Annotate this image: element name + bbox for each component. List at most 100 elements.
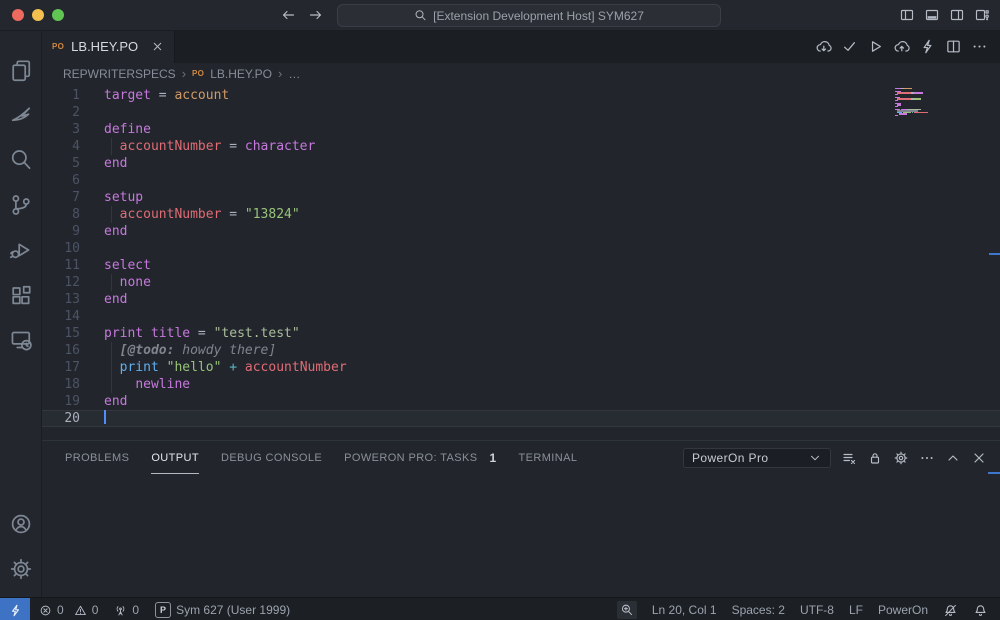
output-channel-select[interactable]: PowerOn Pro	[683, 448, 831, 468]
output-channel-value: PowerOn Pro	[692, 451, 768, 465]
code-line[interactable]: 20	[42, 410, 1000, 427]
toggle-secondary-sidebar-button[interactable]	[949, 7, 965, 23]
output-settings-button[interactable]	[893, 450, 909, 466]
line-number: 10	[42, 240, 80, 257]
run-button[interactable]	[867, 38, 884, 55]
lock-scroll-button[interactable]	[867, 450, 883, 466]
code-line[interactable]: 13end	[42, 291, 1000, 308]
indentation-indicator[interactable]: Spaces: 2	[732, 603, 785, 617]
breadcrumb-folder[interactable]: REPWRITERSPECS	[63, 67, 176, 81]
code-line[interactable]: 7setup	[42, 189, 1000, 206]
split-editor-button[interactable]	[945, 38, 962, 55]
breadcrumb-file[interactable]: LB.HEY.PO	[210, 67, 272, 81]
sidebar-item-remote-explorer[interactable]	[0, 317, 42, 362]
line-number: 1	[42, 87, 80, 104]
poweron-host-indicator[interactable]: P Sym 627 (User 1999)	[155, 602, 290, 618]
sidebar-item-run-debug[interactable]	[0, 227, 42, 272]
tab-debug-console[interactable]: DEBUG CONSOLE	[221, 441, 322, 474]
indent-guide	[111, 206, 112, 223]
minimize-window-button[interactable]	[32, 9, 44, 21]
close-panel-button[interactable]	[971, 450, 987, 466]
check-button[interactable]	[841, 38, 858, 55]
problems-indicator[interactable]: 0 0	[39, 603, 98, 617]
tab-problems[interactable]: PROBLEMS	[65, 441, 129, 474]
forward-button[interactable]	[308, 7, 324, 23]
cloud-upload-button[interactable]	[893, 38, 910, 55]
account-button[interactable]	[0, 501, 42, 546]
command-center[interactable]: [Extension Development Host] SYM627	[337, 4, 721, 27]
tab-terminal[interactable]: TERMINAL	[519, 441, 578, 474]
back-button[interactable]	[280, 7, 296, 23]
code-line[interactable]: 16 [@todo: howdy there]	[42, 342, 1000, 359]
code-line[interactable]: 17 print "hello" + accountNumber	[42, 359, 1000, 376]
eol-indicator[interactable]: LF	[849, 603, 863, 617]
remote-indicator[interactable]	[0, 598, 30, 620]
customize-layout-button[interactable]	[974, 7, 990, 23]
sidebar-item-poweron[interactable]	[0, 92, 42, 137]
code-line[interactable]: 19end	[42, 393, 1000, 410]
breadcrumb: REPWRITERSPECS › PO LB.HEY.PO › …	[42, 63, 1000, 85]
code-line[interactable]: 4 accountNumber = character	[42, 138, 1000, 155]
maximize-window-button[interactable]	[52, 9, 64, 21]
cloud-download-button[interactable]	[815, 38, 832, 55]
code-line[interactable]: 2	[42, 104, 1000, 121]
editor[interactable]: 1target = account23define4 accountNumber…	[42, 85, 1000, 440]
line-number: 4	[42, 138, 80, 155]
manage-button[interactable]	[0, 546, 42, 591]
clear-output-button[interactable]	[841, 450, 857, 466]
code-line[interactable]: 15print title = "test.test"	[42, 325, 1000, 342]
zoom-indicator[interactable]	[617, 601, 637, 619]
code-line[interactable]: 11select	[42, 257, 1000, 274]
sidebar-item-search[interactable]	[0, 137, 42, 182]
cursor-position[interactable]: Ln 20, Col 1	[652, 603, 717, 617]
bolt-button[interactable]	[919, 38, 936, 55]
line-number: 6	[42, 172, 80, 189]
notifications-button[interactable]	[973, 603, 988, 618]
maximize-panel-button[interactable]	[945, 450, 961, 466]
tab-lb-hey-po[interactable]: PO LB.HEY.PO	[42, 31, 175, 63]
output-content[interactable]	[42, 474, 1000, 596]
remote-icon	[8, 603, 23, 618]
breadcrumb-symbol[interactable]: …	[288, 67, 300, 81]
close-tab-button[interactable]	[151, 40, 164, 53]
minimap[interactable]	[895, 88, 975, 118]
panel-more-button[interactable]	[919, 450, 935, 466]
line-number: 14	[42, 308, 80, 325]
code-line[interactable]: 18 newline	[42, 376, 1000, 393]
close-window-button[interactable]	[12, 9, 24, 21]
poweron-file-icon: PO	[52, 42, 64, 51]
tab-poweron-pro-tasks[interactable]: POWERON PRO: TASKS	[344, 441, 477, 474]
tab-output[interactable]: OUTPUT	[151, 441, 199, 474]
line-number: 12	[42, 274, 80, 291]
host-label: Sym 627 (User 1999)	[176, 603, 290, 617]
code-line[interactable]: 12 none	[42, 274, 1000, 291]
code-line[interactable]: 8 accountNumber = "13824"	[42, 206, 1000, 223]
encoding-indicator[interactable]: UTF-8	[800, 603, 834, 617]
code-line[interactable]: 5end	[42, 155, 1000, 172]
debug-icon	[9, 238, 33, 262]
language-mode[interactable]: PowerOn	[878, 603, 928, 617]
window-title: [Extension Development Host] SYM627	[433, 9, 644, 23]
code-area: 1target = account23define4 accountNumber…	[42, 87, 1000, 427]
ports-count: 0	[132, 603, 139, 617]
code-line[interactable]: 14	[42, 308, 1000, 325]
code-line[interactable]: 6	[42, 172, 1000, 189]
code-line[interactable]: 3define	[42, 121, 1000, 138]
sidebar-item-source-control[interactable]	[0, 182, 42, 227]
line-number: 19	[42, 393, 80, 410]
tab-label: LB.HEY.PO	[71, 39, 138, 54]
more-actions-button[interactable]	[971, 38, 988, 55]
overview-ruler-marker	[989, 253, 1000, 255]
error-count: 0	[57, 603, 64, 617]
toggle-panel-button[interactable]	[924, 7, 940, 23]
code-line[interactable]: 1target = account	[42, 87, 1000, 104]
panel-header: PROBLEMS OUTPUT DEBUG CONSOLE POWERON PR…	[42, 441, 1000, 474]
do-not-disturb-button[interactable]	[943, 603, 958, 618]
sidebar-item-extensions[interactable]	[0, 272, 42, 317]
ports-indicator[interactable]: 0	[114, 603, 139, 617]
remote-explorer-icon	[9, 328, 33, 352]
toggle-primary-sidebar-button[interactable]	[899, 7, 915, 23]
sidebar-item-explorer[interactable]	[0, 47, 42, 92]
code-line[interactable]: 10	[42, 240, 1000, 257]
code-line[interactable]: 9end	[42, 223, 1000, 240]
